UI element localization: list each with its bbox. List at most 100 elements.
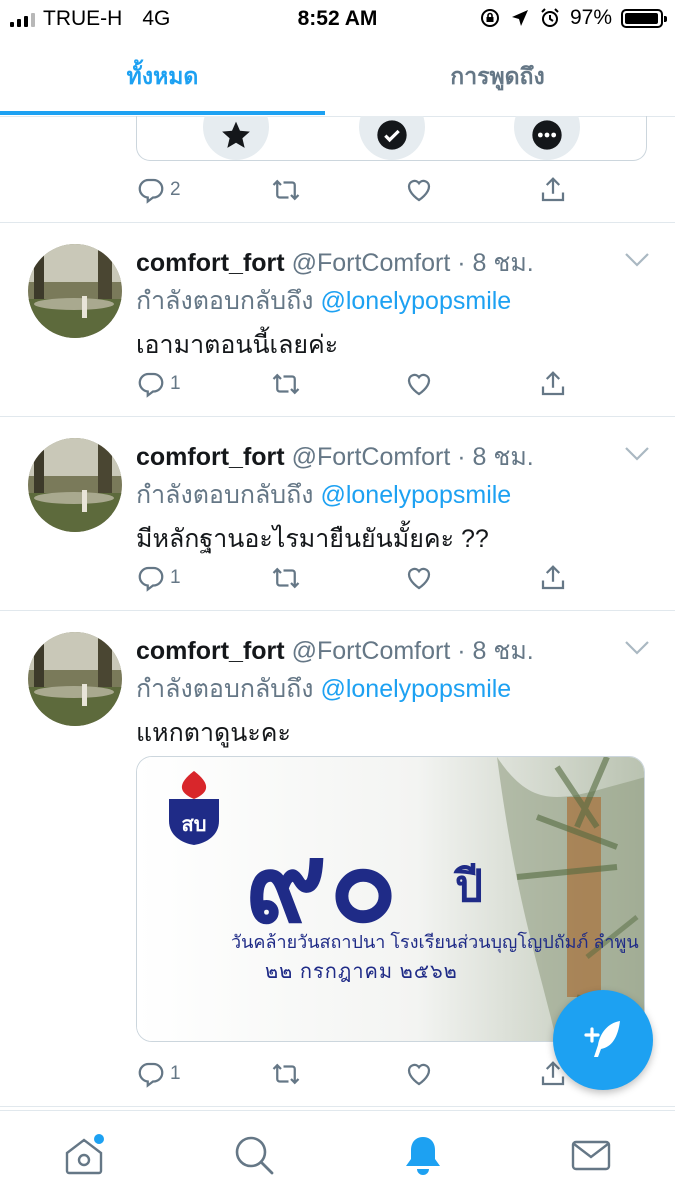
status-right: 97%	[479, 6, 667, 30]
share-icon	[541, 177, 565, 202]
more-icon	[532, 120, 562, 150]
replying-to-label: กำลังตอบกลับถึง	[136, 287, 314, 315]
mention-link[interactable]: @lonelypopsmile	[320, 675, 511, 703]
divider	[0, 416, 675, 417]
battery-icon	[621, 8, 667, 28]
tweet-actions: 1	[136, 1058, 606, 1090]
tweet-text: มีหลักฐานอะไรมายืนยันมั้ยคะ ??	[136, 525, 489, 553]
check-icon	[377, 120, 407, 150]
avatar[interactable]	[28, 438, 122, 532]
more-button[interactable]	[514, 116, 580, 160]
quoted-card-partial[interactable]	[136, 116, 647, 161]
logo-text: สบ	[182, 812, 207, 836]
anniversary-caption: วันคล้ายวันสถาปนา โรงเรียนส่วนบุญโญปถัมภ…	[231, 932, 639, 952]
share-button[interactable]	[538, 368, 568, 400]
retweet-button[interactable]	[271, 174, 301, 206]
retweet-button[interactable]	[271, 1058, 301, 1090]
tweet-header: comfort_fort @FortComfort · 8 ชม.	[136, 243, 534, 283]
chevron-down-icon[interactable]	[624, 446, 650, 462]
heart-icon	[407, 373, 431, 396]
reply-button[interactable]: 1	[136, 1058, 181, 1090]
heart-icon	[407, 179, 431, 202]
replying-to: กำลังตอบกลับถึง @lonelypopsmile	[136, 669, 511, 709]
reply-button[interactable]: 1	[136, 562, 181, 594]
notification-tabs: ทั้งหมด การพูดถึง	[0, 40, 675, 117]
like-button[interactable]	[404, 562, 434, 594]
like-button[interactable]	[404, 1058, 434, 1090]
avatar[interactable]	[28, 244, 122, 338]
battery-percent: 97%	[569, 6, 612, 29]
avatar-image	[28, 244, 122, 338]
tab-mentions[interactable]: การพูดถึง	[335, 40, 660, 114]
tab-all[interactable]: ทั้งหมด	[0, 40, 325, 115]
replying-to: กำลังตอบกลับถึง @lonelypopsmile	[136, 281, 511, 321]
avatar-image	[28, 438, 122, 532]
anniversary-date: ๒๒ กรกฎาคม ๒๕๖๒	[265, 961, 458, 983]
handle-time: @FortComfort · 8 ชม.	[291, 443, 534, 471]
retweet-icon	[272, 373, 300, 395]
handle-time: @FortComfort · 8 ชม.	[291, 637, 534, 665]
like-button[interactable]	[404, 174, 434, 206]
messages-icon[interactable]	[569, 1133, 613, 1177]
chevron-down-icon[interactable]	[624, 252, 650, 268]
tweet-text: เอามาตอนนี้เลยค่ะ	[136, 331, 339, 359]
search-icon[interactable]	[232, 1133, 276, 1177]
retweet-icon	[272, 1063, 300, 1085]
tweet-actions: 2	[136, 174, 606, 206]
chevron-down-icon[interactable]	[624, 640, 650, 656]
location-arrow-icon	[511, 10, 528, 26]
share-button[interactable]	[538, 562, 568, 594]
tweet-header: comfort_fort @FortComfort · 8 ชม.	[136, 631, 534, 671]
star-icon	[222, 121, 250, 148]
replying-to: กำลังตอบกลับถึง @lonelypopsmile	[136, 475, 511, 515]
divider	[0, 222, 675, 223]
tweet-actions: 1	[136, 368, 606, 400]
bottom-tab-bar	[0, 1110, 675, 1201]
like-button[interactable]	[404, 368, 434, 400]
share-icon	[541, 565, 565, 590]
reply-icon	[138, 1062, 164, 1088]
tweet-header: comfort_fort @FortComfort · 8 ชม.	[136, 437, 534, 477]
avatar[interactable]	[28, 632, 122, 726]
avatar-image	[28, 632, 122, 726]
replying-to-label: กำลังตอบกลับถึง	[136, 481, 314, 509]
retweet-button[interactable]	[271, 368, 301, 400]
tweet-media-image[interactable]: สบ ๙๐ ปี วันคล้ายวันสถาปนา โรงเรียนส่วนบ…	[136, 756, 645, 1042]
mention-link[interactable]: @lonelypopsmile	[320, 481, 511, 509]
share-button[interactable]	[538, 174, 568, 206]
reply-count: 2	[170, 179, 181, 200]
reply-button[interactable]: 2	[136, 174, 181, 206]
reply-icon	[138, 566, 164, 592]
heart-icon	[407, 567, 431, 590]
tweet-text: แหกตาดูนะคะ	[136, 719, 291, 747]
retweet-button[interactable]	[271, 562, 301, 594]
reply-button[interactable]: 1	[136, 368, 181, 400]
reply-icon	[138, 372, 164, 398]
compose-feather-icon	[584, 1021, 620, 1057]
orientation-lock-icon	[480, 9, 499, 27]
reply-count: 1	[170, 373, 181, 394]
school-logo: สบ	[169, 771, 219, 845]
reply-icon	[138, 178, 164, 204]
reply-count: 1	[170, 567, 181, 588]
mention-link[interactable]: @lonelypopsmile	[320, 287, 511, 315]
status-bar: TRUE-H 4G 8:52 AM 97%	[0, 0, 675, 38]
anniversary-suffix: ปี	[455, 862, 483, 911]
display-name[interactable]: comfort_fort	[136, 637, 285, 665]
divider	[0, 610, 675, 611]
alarm-icon	[541, 8, 559, 27]
share-icon	[541, 371, 565, 396]
star-button[interactable]	[203, 116, 269, 160]
display-name[interactable]: comfort_fort	[136, 443, 285, 471]
compose-tweet-button[interactable]	[553, 990, 653, 1090]
reply-count: 1	[170, 1063, 181, 1084]
divider	[0, 1106, 675, 1107]
replying-to-label: กำลังตอบกลับถึง	[136, 675, 314, 703]
check-button[interactable]	[359, 116, 425, 160]
notifications-icon[interactable]	[401, 1133, 445, 1177]
home-icon[interactable]	[62, 1133, 106, 1177]
retweet-icon	[272, 567, 300, 589]
display-name[interactable]: comfort_fort	[136, 249, 285, 277]
handle-time: @FortComfort · 8 ชม.	[291, 249, 534, 277]
heart-icon	[407, 1063, 431, 1086]
